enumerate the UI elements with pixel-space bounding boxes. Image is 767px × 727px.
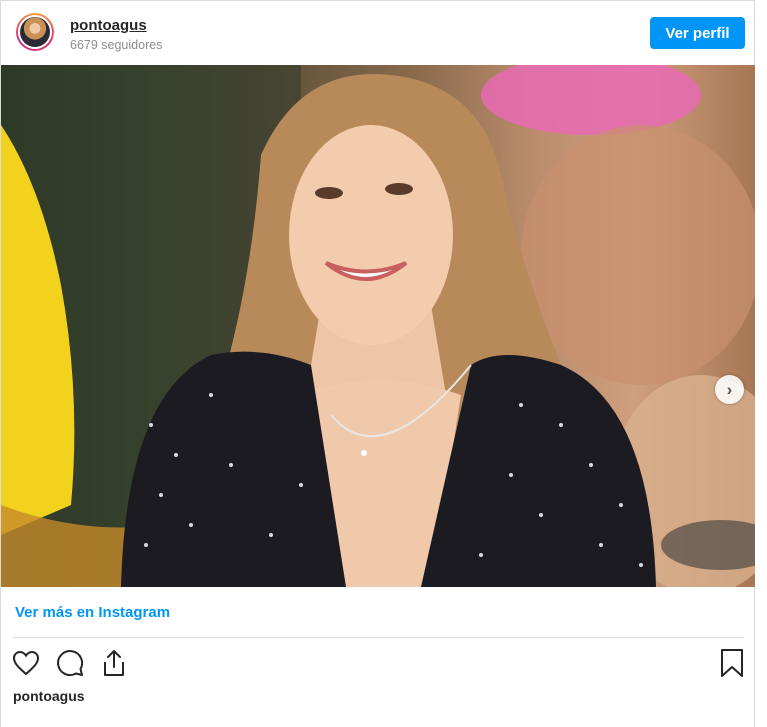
- share-button[interactable]: [99, 648, 129, 678]
- save-button[interactable]: [719, 648, 745, 678]
- divider: [13, 637, 744, 638]
- bookmark-icon: [721, 649, 743, 677]
- chevron-right-icon: ›: [726, 379, 733, 399]
- avatar-photo: [20, 17, 50, 47]
- comment-button[interactable]: [55, 648, 85, 678]
- post-image-illustration: [1, 65, 755, 587]
- carousel-next-button[interactable]: ›: [715, 375, 744, 404]
- comment-icon: [57, 650, 84, 677]
- avatar[interactable]: [16, 13, 54, 51]
- post-image[interactable]: ›: [1, 65, 755, 587]
- view-profile-button[interactable]: Ver perfil: [650, 17, 745, 49]
- heart-icon: [12, 650, 40, 676]
- share-icon: [104, 650, 124, 676]
- action-bar: [11, 648, 129, 678]
- instagram-embed-card: pontoagus 6679 seguidores Ver perfil › V…: [0, 0, 755, 727]
- follower-count: 6679 seguidores: [70, 38, 163, 52]
- like-button[interactable]: [11, 648, 41, 678]
- post-header: pontoagus 6679 seguidores Ver perfil: [1, 1, 754, 64]
- caption-username[interactable]: pontoagus: [13, 688, 85, 704]
- view-more-instagram-link[interactable]: Ver más en Instagram: [15, 604, 170, 621]
- username-link[interactable]: pontoagus: [70, 17, 147, 34]
